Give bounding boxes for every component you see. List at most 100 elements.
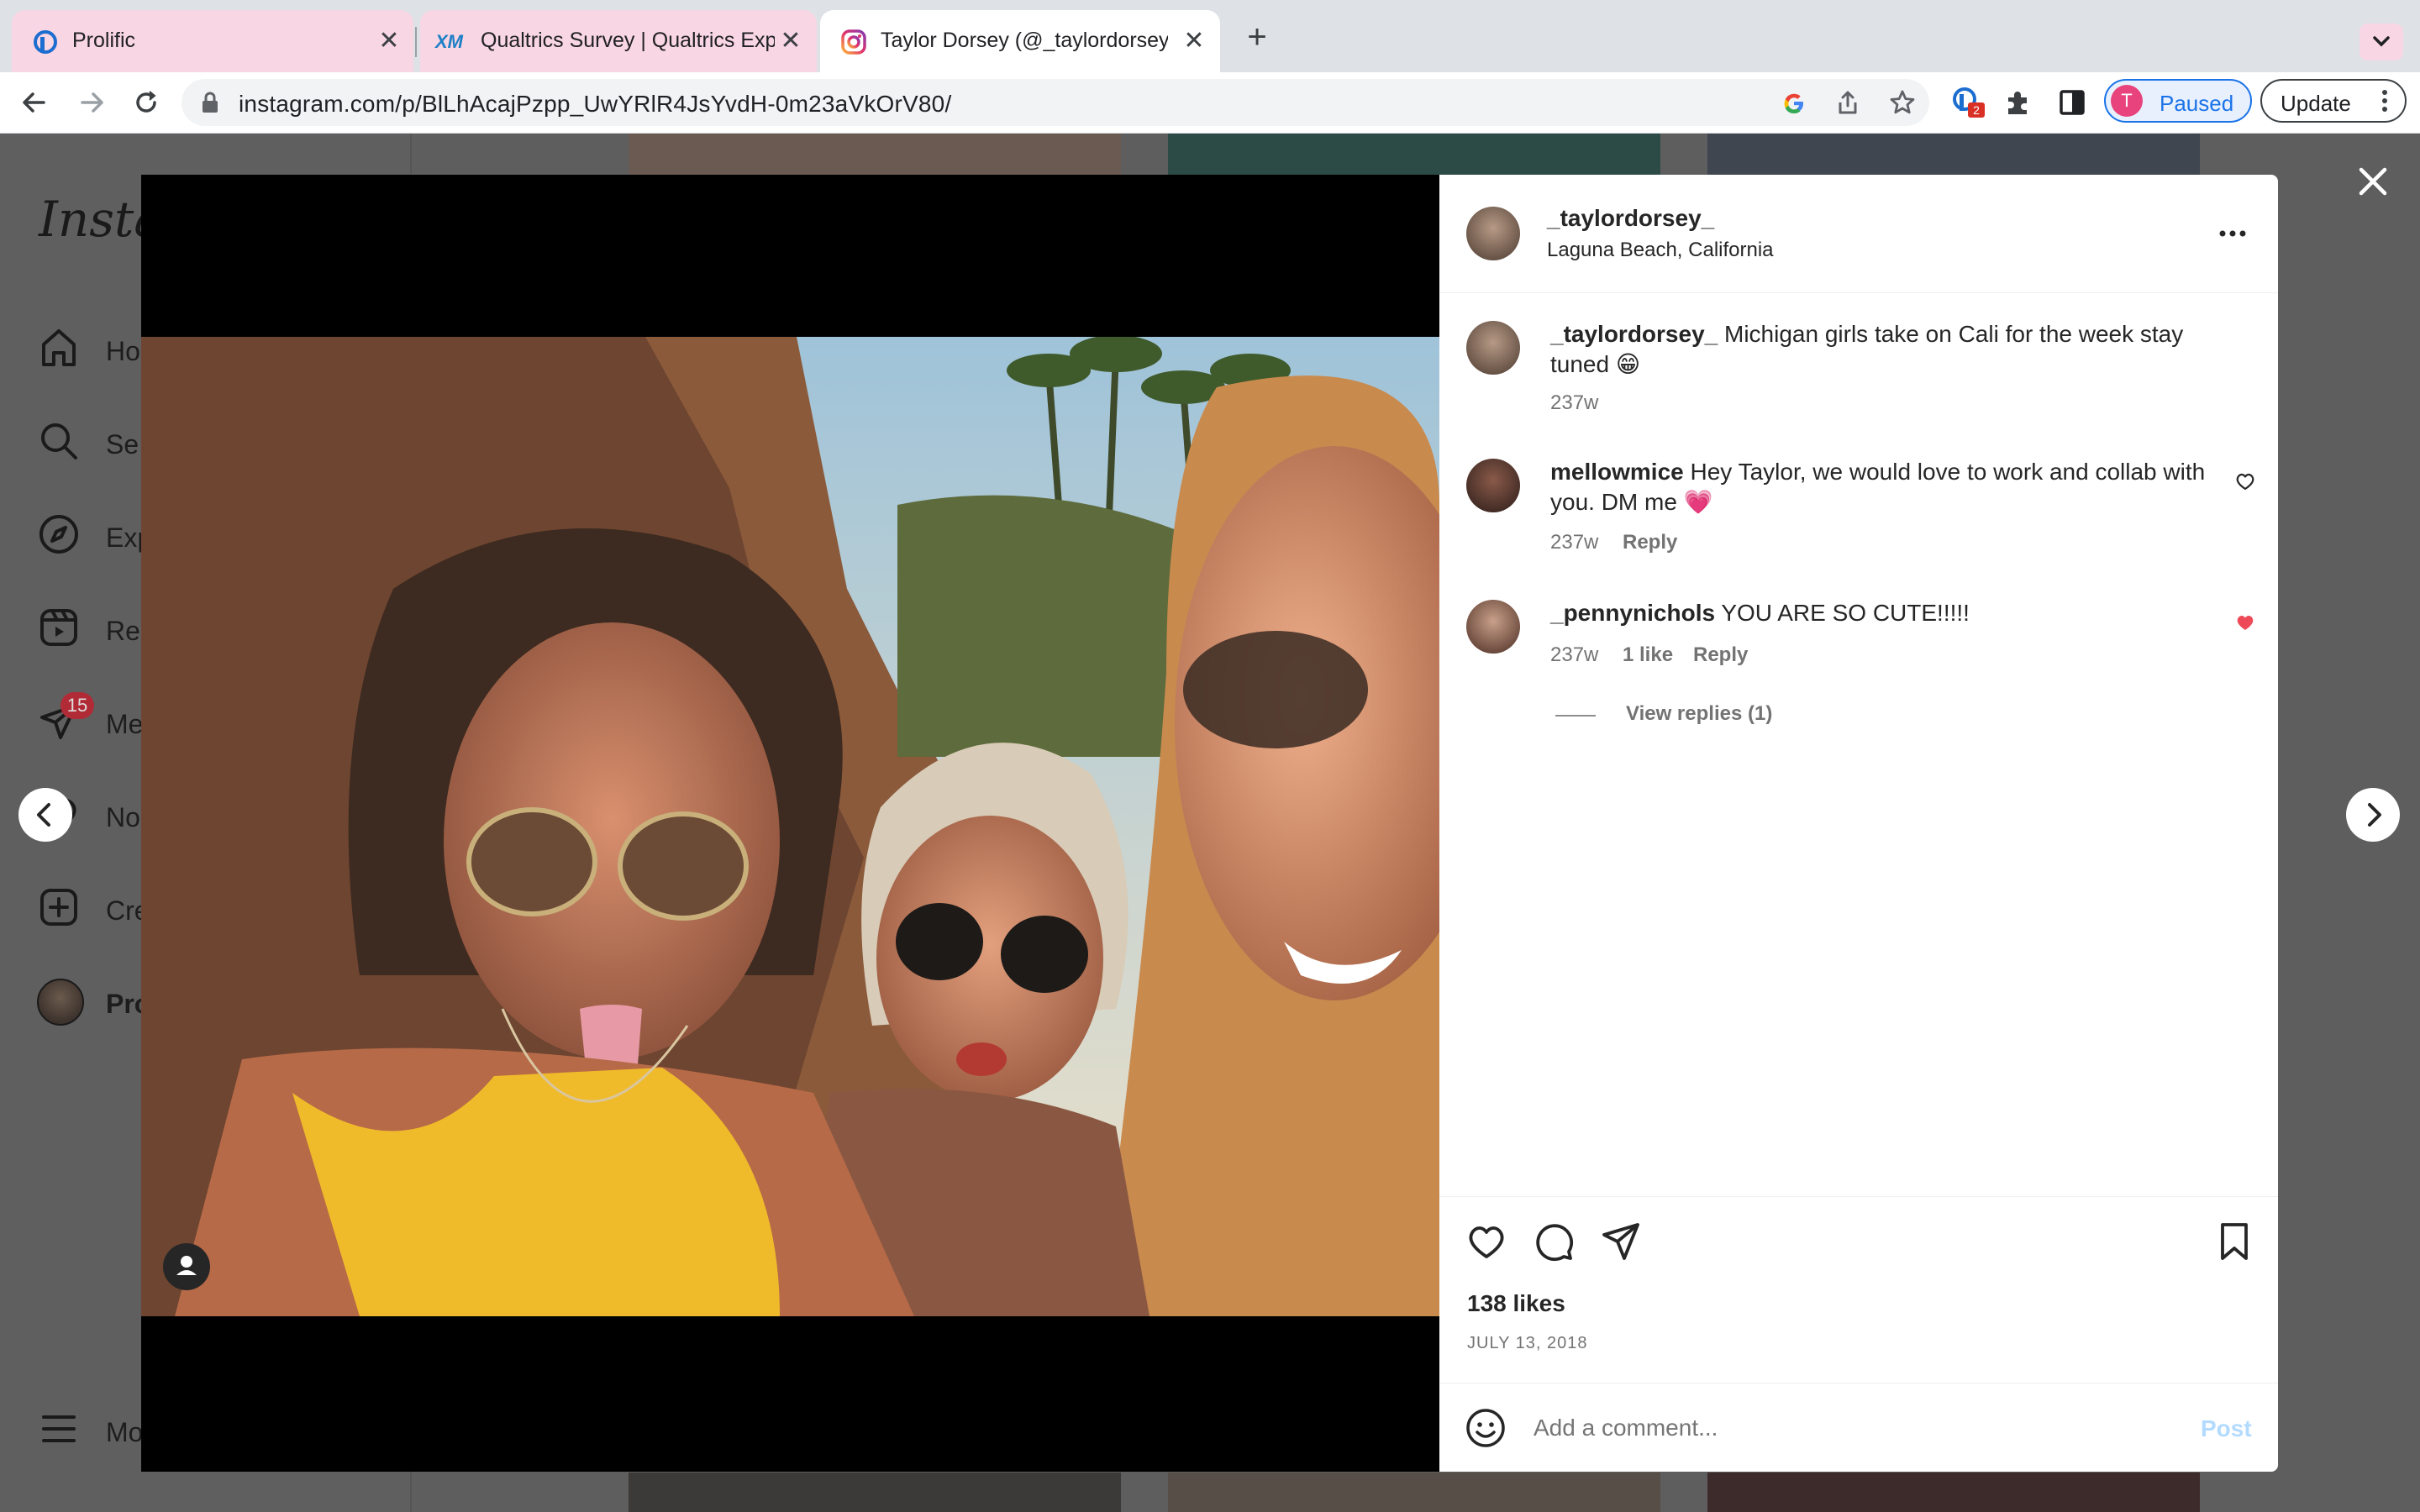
close-tab-icon[interactable]: ✕ <box>776 27 805 55</box>
post-date[interactable]: JULY 13, 2018 <box>1467 1334 1587 1353</box>
more-options-icon[interactable] <box>2216 225 2249 242</box>
post-actions <box>1439 1196 2278 1197</box>
new-tab-button[interactable]: + <box>1240 20 1274 55</box>
close-tab-icon[interactable]: ✕ <box>1180 27 1208 55</box>
grid-tile <box>1168 1473 1660 1512</box>
chevron-right-icon <box>2368 803 2381 827</box>
caption-username[interactable]: _taylordorsey_ <box>1550 321 1718 347</box>
comment-text: YOU ARE SO CUTE!!!!! <box>1721 600 1970 626</box>
profile-paused-button[interactable]: T Paused <box>2104 79 2252 123</box>
browser-toolbar: instagram.com/p/BlLhAcajPzpp_UwYRlR4JsYv… <box>0 72 2420 134</box>
grid-tile <box>1707 134 2200 176</box>
url-text: instagram.com/p/BlLhAcajPzpp_UwYRlR4JsYv… <box>239 91 952 117</box>
prolific-extension-button[interactable]: 2 <box>1949 84 1986 121</box>
post-photo <box>141 337 1439 1316</box>
update-label: Update <box>2281 91 2351 116</box>
previous-post-button[interactable] <box>18 788 72 842</box>
tab-title: Taylor Dorsey (@_taylordorsey <box>881 29 1168 52</box>
back-icon[interactable] <box>18 87 52 118</box>
avatar[interactable] <box>1466 207 1520 260</box>
chevron-left-icon <box>37 803 50 827</box>
sidebar-item-messages[interactable]: 15 Me <box>37 692 143 749</box>
sidebar-item-label: Mo <box>106 1417 144 1447</box>
avatar[interactable] <box>1466 459 1520 512</box>
tagged-users-button[interactable] <box>163 1243 210 1290</box>
sidebar-item-label: Me <box>106 709 144 739</box>
sidebar-item-search[interactable]: Se <box>37 419 139 470</box>
sidebar-item-reels[interactable]: Re <box>37 606 140 656</box>
tab-prolific[interactable]: Prolific ✕ <box>12 10 413 72</box>
instagram-icon <box>841 29 866 55</box>
post-media[interactable] <box>141 175 1439 1472</box>
comment-like-heart-icon[interactable] <box>2234 470 2256 492</box>
home-icon <box>42 329 76 366</box>
google-icon[interactable] <box>1781 91 1807 116</box>
comment-composer: Post <box>1439 1383 2278 1472</box>
grid-tile <box>629 1473 1121 1512</box>
extensions-puzzle-icon[interactable] <box>2003 87 2033 118</box>
likes-count[interactable]: 138 likes <box>1467 1290 1565 1317</box>
side-panel-icon[interactable] <box>2059 89 2086 116</box>
compass-icon <box>39 515 78 554</box>
emoji-icon[interactable] <box>1465 1407 1507 1449</box>
menu-icon <box>42 1415 76 1442</box>
share-icon[interactable] <box>1599 1220 1643 1263</box>
sidebar-item-more[interactable]: Mo <box>37 1407 143 1457</box>
tab-instagram[interactable]: Taylor Dorsey (@_taylordorsey ✕ <box>820 10 1220 72</box>
update-button[interactable]: Update <box>2260 79 2407 123</box>
post-location[interactable]: Laguna Beach, California <box>1547 239 1774 262</box>
comment-username[interactable]: _pennynichols <box>1550 600 1715 626</box>
comment-likes[interactable]: 1 like <box>1623 643 1673 667</box>
sidebar-item-create[interactable]: Cre <box>37 885 150 936</box>
next-post-button[interactable] <box>2346 788 2400 842</box>
close-tab-icon[interactable]: ✕ <box>375 27 403 55</box>
grid-tile <box>629 134 1121 176</box>
kebab-menu-icon <box>2382 90 2387 112</box>
comment-input[interactable] <box>1532 1409 2123 1447</box>
tab-qualtrics[interactable]: XM Qualtrics Survey | Qualtrics Exp ✕ <box>420 10 817 72</box>
forward-icon[interactable] <box>76 87 109 118</box>
comment-liked-heart-icon[interactable] <box>2234 612 2256 633</box>
create-icon <box>40 889 77 926</box>
lock-icon <box>203 92 218 113</box>
save-bookmark-icon[interactable] <box>2212 1220 2256 1263</box>
sidebar-item-explore[interactable]: Exp <box>37 512 152 563</box>
sidebar-item-home[interactable]: Ho <box>37 326 140 376</box>
tab-title: Qualtrics Survey | Qualtrics Exp <box>481 29 775 52</box>
caption-time[interactable]: 237w <box>1550 391 1598 415</box>
comment-item: _pennynichols YOU ARE SO CUTE!!!!! <box>1550 598 2206 628</box>
bookmark-star-icon[interactable] <box>1889 89 1916 116</box>
comment-time[interactable]: 237w <box>1550 643 1598 667</box>
sidebar-item-label: No <box>106 802 140 832</box>
reload-icon[interactable] <box>129 86 163 119</box>
post-author-username[interactable]: _taylordorsey_ <box>1547 205 1714 232</box>
address-bar[interactable]: instagram.com/p/BlLhAcajPzpp_UwYRlR4JsYv… <box>182 79 1929 126</box>
search-icon <box>41 423 77 459</box>
sidebar-item-label: Ho <box>106 336 140 366</box>
grid-tile <box>1707 1473 2200 1512</box>
close-modal-icon[interactable] <box>2354 163 2391 200</box>
replies-divider <box>1555 715 1596 717</box>
profile-status: Paused <box>2160 91 2234 116</box>
comment-icon[interactable] <box>1532 1220 1576 1263</box>
xm-icon: XM <box>435 31 463 52</box>
view-replies-button[interactable]: View replies (1) <box>1626 702 1772 726</box>
reels-icon <box>40 609 77 646</box>
notification-badge: 15 <box>60 692 94 719</box>
comment-time[interactable]: 237w <box>1550 531 1598 554</box>
reply-button[interactable]: Reply <box>1623 531 1677 554</box>
post-details-panel: _taylordorsey_ Laguna Beach, California … <box>1439 175 2278 1472</box>
sidebar-item-profile[interactable]: Pro <box>37 979 150 1029</box>
extension-badge: 2 <box>1968 102 1985 118</box>
reply-button[interactable]: Reply <box>1693 643 1748 667</box>
comment-item: mellowmice Hey Taylor, we would love to … <box>1550 457 2206 517</box>
share-icon[interactable] <box>1835 89 1860 116</box>
user-tag-icon <box>176 1256 197 1275</box>
comment-username[interactable]: mellowmice <box>1550 459 1684 485</box>
tab-divider <box>415 27 417 57</box>
avatar[interactable] <box>1466 321 1520 375</box>
tab-search-button[interactable] <box>2360 24 2403 60</box>
post-comment-button[interactable]: Post <box>2201 1415 2252 1442</box>
avatar[interactable] <box>1466 600 1520 654</box>
like-heart-icon[interactable] <box>1465 1220 1508 1263</box>
